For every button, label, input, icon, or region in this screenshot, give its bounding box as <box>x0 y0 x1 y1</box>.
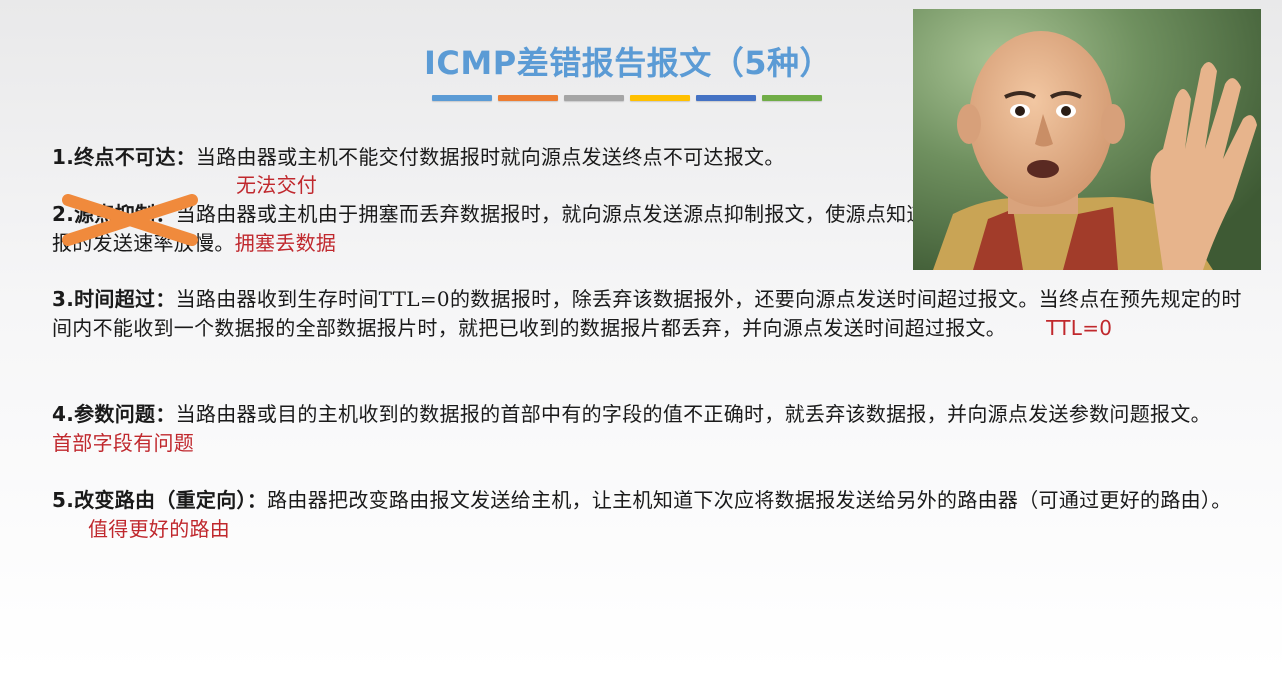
item-note: 无法交付 <box>236 171 436 200</box>
photo-illustration <box>913 9 1261 270</box>
item-text: 当路由器或主机不能交付数据报时就向源点发送终点不可达报文。 <box>195 145 785 169</box>
item-note: 拥塞丢数据 <box>234 231 337 255</box>
item-label: 4.参数问题： <box>52 402 176 426</box>
item-time-exceeded: 3.时间超过：当路由器收到生存时间TTL=0的数据报时，除丢弃该数据报外，还要向… <box>52 285 1252 343</box>
item-note: TTL=0 <box>1046 316 1113 340</box>
underline-segment <box>696 95 756 101</box>
underline-segment <box>432 95 492 101</box>
item-note: 值得更好的路由 <box>88 517 231 541</box>
item-parameter-problem: 4.参数问题：当路由器或目的主机收到的数据报的首部中有的字段的值不正确时，就丢弃… <box>52 400 1252 458</box>
item-text: 路由器把改变路由报文发送给主机，让主机知道下次应将数据报发送给另外的路由器（可通… <box>267 488 1232 512</box>
underline-segment <box>564 95 624 101</box>
underline-segment <box>630 95 690 101</box>
item-note: 首部字段有问题 <box>52 431 195 455</box>
item-text: 当路由器或主机由于拥塞而丢弃数据报时，就向源点发送源点抑制报文，使源点知道应当把… <box>175 202 1029 226</box>
item-redirect: 5.改变路由（重定向）：路由器把改变路由报文发送给主机，让主机知道下次应将数据报… <box>52 486 1252 544</box>
note-text: 无法交付 <box>236 173 318 197</box>
item-text: 当路由器或目的主机收到的数据报的首部中有的字段的值不正确时，就丢弃该数据报，并向… <box>175 402 1211 426</box>
underline-segment <box>498 95 558 101</box>
underline-segment <box>762 95 822 101</box>
item-label: 3.时间超过： <box>52 287 176 311</box>
slide-title: ICMP差错报告报文（5种） <box>424 44 832 82</box>
orange-x-icon <box>62 194 198 246</box>
item-label: 1.终点不可达： <box>52 145 196 169</box>
item-label: 5.改变路由（重定向）： <box>52 488 268 512</box>
man-raising-hand-photo <box>913 9 1261 270</box>
